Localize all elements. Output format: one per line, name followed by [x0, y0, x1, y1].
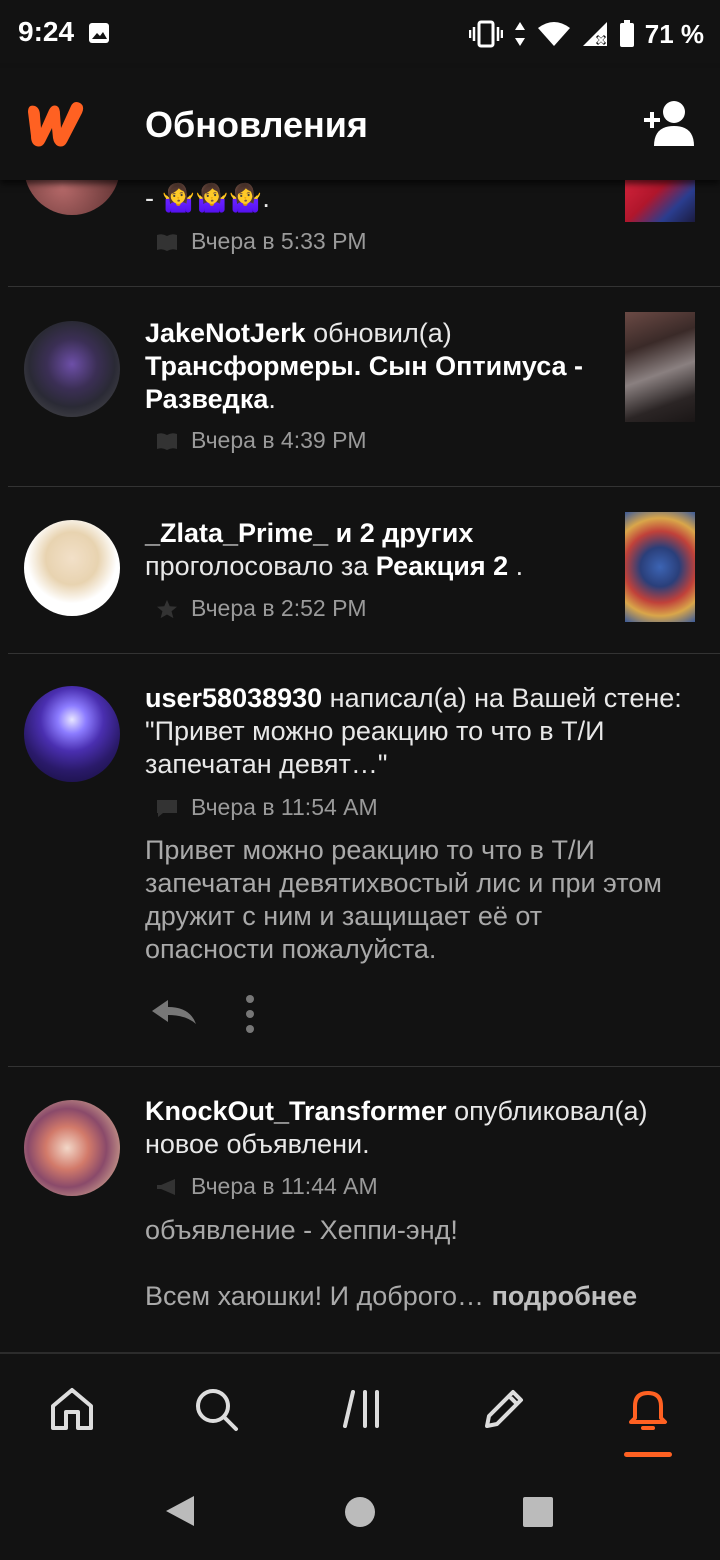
avatar[interactable]: [24, 686, 120, 782]
feed-item-text: user58038930 написал(а) на Вашей стене: …: [145, 682, 705, 781]
announcement-preview: Всем хаюшки! И доброго… подробнее: [145, 1280, 665, 1313]
comment-icon: [157, 799, 177, 817]
story-title[interactable]: Трансформеры. Сын Оптимуса - Разведка: [145, 351, 583, 414]
battery-percent: 71 %: [644, 18, 704, 49]
library-icon[interactable]: [337, 1384, 387, 1434]
feed-item-text: _Zlata_Prime_ и 2 других проголосовало з…: [145, 517, 605, 583]
announcement-title: объявление - Хеппи-энд!: [145, 1215, 458, 1245]
vibrate-icon: [468, 20, 503, 48]
story-cover[interactable]: [625, 512, 695, 622]
feed-item-meta: Вчера в 4:39 PM: [155, 427, 367, 454]
reply-icon[interactable]: [150, 998, 198, 1028]
avatar[interactable]: [24, 1100, 120, 1196]
action-text: проголосовало за: [145, 551, 376, 581]
feed-item-time: Вчера в 11:54 AM: [191, 794, 378, 820]
system-nav: [0, 1460, 720, 1560]
preview-text: Всем хаюшки! И доброго…: [145, 1281, 492, 1311]
feed-item-time: Вчера в 11:44 AM: [191, 1173, 378, 1199]
story-cover[interactable]: [625, 178, 695, 222]
feed-item-text: KnockOut_Transformer опубликовал(а) ново…: [145, 1095, 665, 1161]
suffix-text: .: [508, 551, 524, 581]
user-name[interactable]: JakeNotJerk: [145, 318, 306, 348]
star-icon: [157, 599, 177, 618]
feed-item-meta: Вчера в 2:52 PM: [155, 595, 367, 622]
wall-quote: "Привет можно реакцию то что в Т/И запеч…: [145, 716, 605, 779]
feed-item-time: Вчера в 5:33 PM: [191, 228, 367, 254]
feed-item[interactable]: JakeNotJerk обновил(а) Трансформеры. Сын…: [0, 287, 720, 487]
page-title: Обновления: [145, 104, 368, 145]
avatar[interactable]: [24, 520, 120, 616]
feed-item-meta: Вчера в 5:33 PM: [155, 228, 367, 255]
message-body: Привет можно реакцию то что в Т/И запеча…: [145, 835, 662, 964]
status-time: 9:24: [18, 16, 75, 47]
user-name[interactable]: user58038930: [145, 683, 322, 713]
feed-item-meta: Вчера в 11:54 AM: [155, 794, 378, 821]
app-bar: Обновления: [0, 68, 720, 180]
updates-feed[interactable]: - 🤷‍♀️🤷‍♀️🤷‍♀️. Вчера в 5:33 PM JakeNotJ…: [0, 130, 720, 1352]
read-more-link[interactable]: подробнее: [492, 1281, 638, 1311]
more-options-icon[interactable]: [240, 994, 260, 1034]
signal-icon: [582, 22, 607, 46]
feed-item-text: JakeNotJerk обновил(а) Трансформеры. Сын…: [145, 317, 605, 416]
book-icon: [157, 432, 177, 450]
add-user-icon[interactable]: [640, 98, 698, 148]
active-tab-indicator: [624, 1452, 672, 1457]
wattpad-logo[interactable]: [22, 98, 90, 150]
gallery-icon: [89, 23, 109, 43]
notifications-icon[interactable]: [623, 1384, 673, 1434]
avatar[interactable]: [24, 321, 120, 417]
status-icons: 71 %: [468, 14, 704, 54]
write-icon[interactable]: [479, 1384, 529, 1434]
data-arrows-icon: [514, 22, 525, 46]
user-name[interactable]: KnockOut_Transformer: [145, 1096, 447, 1126]
feed-item-text: - 🤷‍♀️🤷‍♀️🤷‍♀️.: [145, 183, 270, 213]
feed-item-time: Вчера в 2:52 PM: [191, 595, 367, 621]
bottom-nav: [0, 1352, 720, 1460]
recents-icon[interactable]: [522, 1496, 554, 1528]
megaphone-icon: [157, 1178, 175, 1195]
wifi-icon: [537, 22, 570, 46]
status-bar: 9:24 71 %: [0, 0, 720, 68]
home-icon[interactable]: [47, 1384, 97, 1434]
feed-item-meta: Вчера в 11:44 AM: [155, 1173, 378, 1200]
battery-icon: [619, 20, 634, 47]
action-text: обновил(а): [305, 318, 452, 348]
suffix-text: .: [268, 384, 276, 414]
back-icon[interactable]: [164, 1494, 196, 1528]
story-cover[interactable]: [625, 312, 695, 422]
feed-item[interactable]: _Zlata_Prime_ и 2 других проголосовало з…: [0, 487, 720, 654]
story-title[interactable]: Реакция 2: [376, 551, 508, 581]
feed-item-time: Вчера в 4:39 PM: [191, 427, 367, 453]
action-text: написал(а) на Вашей стене:: [322, 683, 682, 713]
search-icon[interactable]: [191, 1384, 241, 1434]
feed-item[interactable]: KnockOut_Transformer опубликовал(а) ново…: [0, 1067, 720, 1352]
book-icon: [157, 233, 177, 251]
feed-item[interactable]: user58038930 написал(а) на Вашей стене: …: [0, 654, 720, 1067]
user-name[interactable]: _Zlata_Prime_ и 2 других: [145, 518, 473, 548]
home-button-icon[interactable]: [344, 1496, 376, 1528]
